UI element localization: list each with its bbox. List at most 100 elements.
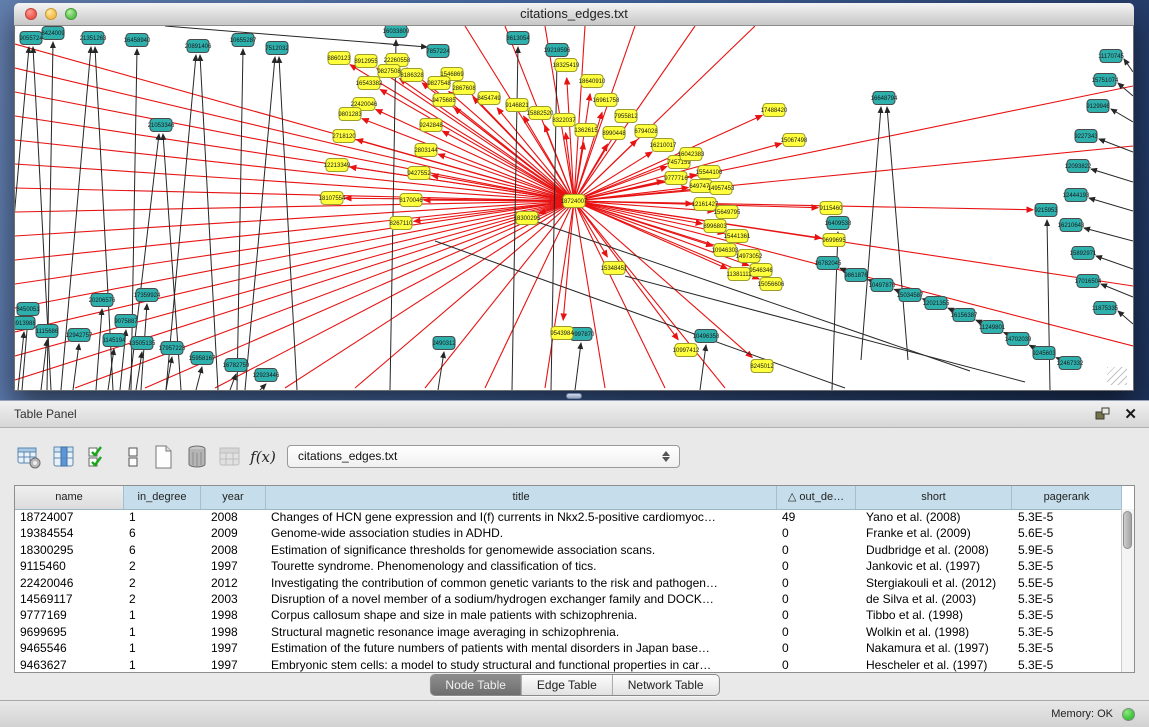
graph-node[interactable]: 14973052 xyxy=(736,250,763,263)
graph-node[interactable]: 7955812 xyxy=(614,110,638,123)
graph-node[interactable]: 7857224 xyxy=(426,45,450,58)
graph-node[interactable]: 9827508 xyxy=(377,65,401,78)
network-canvas[interactable]: 1872400790557248424009213512631645894020… xyxy=(14,26,1134,391)
graph-node[interactable]: 8860123 xyxy=(327,52,351,65)
network-window-titlebar[interactable]: citations_edges.txt xyxy=(14,3,1134,26)
table-scrollbar[interactable] xyxy=(1121,509,1134,672)
column-header-pagerank[interactable]: pagerank xyxy=(1012,486,1122,509)
graph-node[interactable]: 10997412 xyxy=(673,344,700,357)
network-graph[interactable]: 1872400790557248424009213512631645894020… xyxy=(15,26,1133,390)
graph-node[interactable]: 15882520 xyxy=(527,107,554,120)
show-columns-icon[interactable] xyxy=(51,444,77,470)
graph-node[interactable]: 21351263 xyxy=(80,32,107,45)
graph-node[interactable]: 20206576 xyxy=(89,294,116,307)
tab-node-table[interactable]: Node Table xyxy=(430,675,521,695)
column-header-out_de[interactable]: △ out_de… xyxy=(777,486,856,509)
graph-node[interactable]: 18300295 xyxy=(514,212,541,225)
graph-node[interactable]: 16782759 xyxy=(223,359,250,372)
table-row[interactable]: 1456911722003Disruption of a novel membe… xyxy=(15,591,1122,607)
table-row[interactable]: 1830029562008Estimation of significance … xyxy=(15,542,1122,558)
graph-node[interactable]: 15958167 xyxy=(189,352,216,365)
column-header-title[interactable]: title xyxy=(266,486,777,509)
graph-node[interactable]: 9055724 xyxy=(19,32,43,45)
graph-node[interactable]: 7512032 xyxy=(265,42,289,55)
graph-node[interactable]: 18107554 xyxy=(319,192,346,205)
graph-node[interactable]: 11170745 xyxy=(1098,50,1124,63)
graph-node[interactable]: 11875335 xyxy=(1092,302,1119,315)
graph-node[interactable]: 12093822 xyxy=(1065,160,1092,173)
graph-node[interactable]: 8990448 xyxy=(602,127,626,140)
table-scrollbar-thumb[interactable] xyxy=(1123,511,1132,549)
graph-node[interactable]: 15649795 xyxy=(714,206,741,219)
column-header-year[interactable]: year xyxy=(201,486,266,509)
graph-node[interactable]: 12923446 xyxy=(253,369,280,382)
graph-node[interactable]: 10497870 xyxy=(869,279,896,292)
graph-node[interactable]: 9227343 xyxy=(1074,130,1098,143)
graph-node[interactable]: 14957453 xyxy=(708,182,735,195)
graph-node[interactable]: 16648794 xyxy=(871,92,898,105)
graph-node[interactable]: 15067498 xyxy=(781,134,808,147)
split-divider-handle[interactable] xyxy=(566,393,582,399)
graph-node[interactable]: 15751074 xyxy=(1092,74,1119,87)
function-builder-icon[interactable]: f(x) xyxy=(250,444,276,470)
graph-node[interactable]: 16782045 xyxy=(815,257,842,270)
minimize-window-button[interactable] xyxy=(45,8,57,20)
graph-node[interactable]: 14702039 xyxy=(1005,333,1032,346)
tab-edge-table[interactable]: Edge Table xyxy=(521,675,612,695)
graph-node[interactable]: 9546346 xyxy=(749,264,773,277)
graph-node[interactable]: 9801283 xyxy=(338,108,362,121)
graph-node[interactable]: 16543382 xyxy=(356,77,383,90)
graph-node[interactable]: 18640910 xyxy=(579,75,606,88)
graph-node[interactable]: 2867608 xyxy=(452,82,476,95)
graph-node[interactable]: 16156387 xyxy=(951,309,978,322)
window-resize-handle[interactable] xyxy=(1107,367,1127,385)
graph-node[interactable]: 10655287 xyxy=(230,34,257,47)
graph-node[interactable]: 13505135 xyxy=(129,337,156,350)
graph-node[interactable]: 12467332 xyxy=(1057,357,1084,370)
graph-node[interactable]: 16210643 xyxy=(1058,219,1085,232)
table-row[interactable]: 969969511998Structural magnetic resonanc… xyxy=(15,624,1122,640)
graph-node[interactable]: 9777716 xyxy=(664,172,688,185)
graph-node[interactable]: 8996803 xyxy=(703,220,727,233)
graph-node[interactable]: 9146821 xyxy=(505,99,529,112)
graph-node[interactable]: 9699695 xyxy=(822,234,846,247)
graph-node[interactable]: 16409538 xyxy=(825,217,852,230)
graph-node[interactable]: 18724007 xyxy=(561,195,588,208)
graph-node[interactable]: 9215953 xyxy=(1034,204,1058,217)
graph-node[interactable]: 15544106 xyxy=(696,166,723,179)
graph-node[interactable]: 15056606 xyxy=(758,278,785,291)
row-height-icon[interactable] xyxy=(120,444,146,470)
graph-node[interactable]: 18325419 xyxy=(553,59,580,72)
graph-node[interactable]: 21053346 xyxy=(148,119,175,132)
column-header-name[interactable]: name xyxy=(15,486,124,509)
table-row[interactable]: 911546021997Tourette syndrome. Phenomeno… xyxy=(15,558,1122,574)
graph-node[interactable]: 12213349 xyxy=(324,159,351,172)
graph-node[interactable]: 17016504 xyxy=(1075,275,1102,288)
table-row[interactable]: 1938455462009Genome-wide association stu… xyxy=(15,525,1122,541)
graph-node[interactable]: 8245012 xyxy=(750,360,774,373)
graph-node[interactable]: 12161427 xyxy=(692,198,719,211)
memory-ok-icon[interactable] xyxy=(1122,708,1135,721)
graph-node[interactable]: 15441361 xyxy=(724,230,751,243)
table-selector-dropdown[interactable]: citations_edges.txt xyxy=(287,445,680,468)
graph-node[interactable]: 9242848 xyxy=(419,119,443,132)
table-row[interactable]: 946554611997Estimation of the future num… xyxy=(15,640,1122,656)
graph-node[interactable]: 8450051 xyxy=(16,303,40,316)
column-header-short[interactable]: short xyxy=(856,486,1012,509)
graph-node[interactable]: 9115460 xyxy=(820,202,844,215)
graph-node[interactable]: 17359924 xyxy=(134,289,161,302)
graph-node[interactable]: 1145194 xyxy=(103,334,127,347)
table-settings-icon[interactable] xyxy=(16,444,42,470)
graph-node[interactable]: 9827548 xyxy=(427,77,451,90)
graph-node[interactable]: 16458940 xyxy=(124,34,151,47)
graph-node[interactable]: 3913988 xyxy=(15,317,36,330)
graph-node[interactable]: 8186328 xyxy=(400,69,424,82)
delete-table-icon[interactable] xyxy=(184,444,210,470)
close-panel-icon[interactable]: ✕ xyxy=(1124,402,1137,428)
graph-node[interactable]: 2490312 xyxy=(432,337,456,350)
graph-node[interactable]: 15348451 xyxy=(601,262,628,275)
graph-node[interactable]: 16961758 xyxy=(593,94,620,107)
graph-node[interactable]: 11249801 xyxy=(979,321,1006,334)
graph-node[interactable]: 1362615 xyxy=(574,124,598,137)
graph-node[interactable]: 6794028 xyxy=(634,125,658,138)
